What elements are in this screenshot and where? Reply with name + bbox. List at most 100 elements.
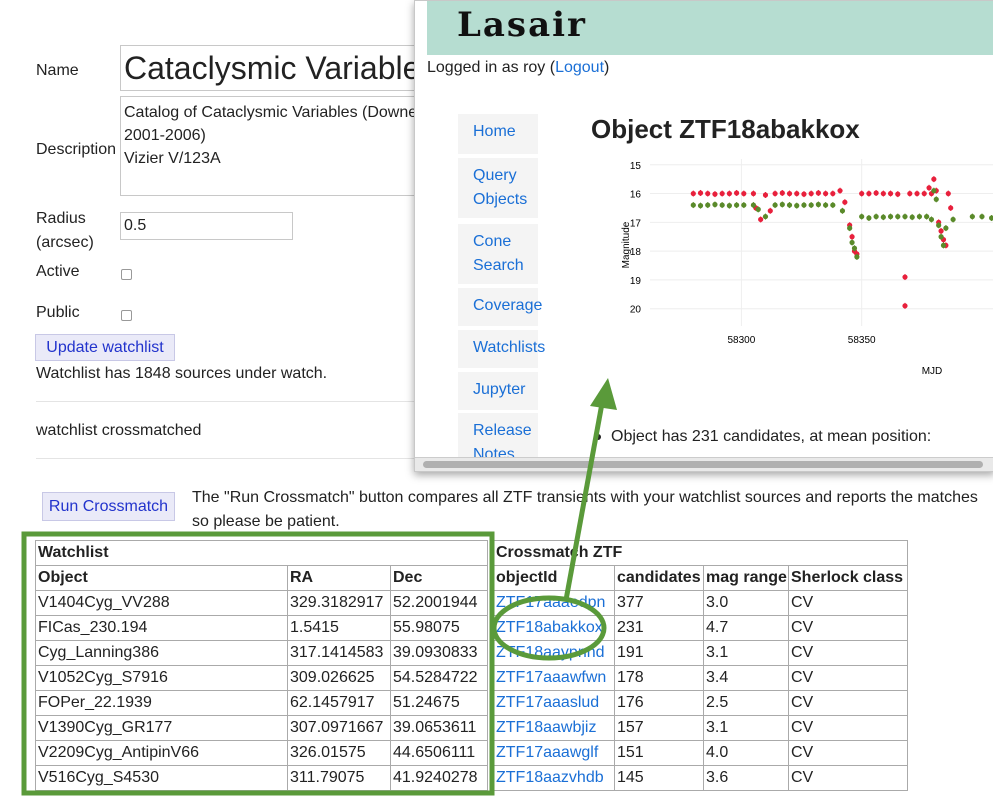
data-point (808, 202, 814, 208)
data-point (933, 196, 939, 202)
nav-label: Release (473, 422, 532, 439)
name-label: Name (36, 62, 79, 79)
data-point (926, 185, 932, 191)
data-point (830, 202, 836, 208)
table-cell: 231 (614, 615, 704, 641)
object-link[interactable]: ZTF17aaawfwn (496, 669, 606, 686)
table-cell: 145 (614, 765, 704, 791)
radius-label-line: (arcsec) (36, 234, 94, 251)
table-cell: CV (788, 690, 908, 716)
object-link[interactable]: ZTF18abakkox (496, 619, 603, 636)
nav-label: Objects (473, 191, 528, 208)
table-cell: 326.01575 (287, 740, 391, 766)
object-link[interactable]: ZTF17aaaedpn (496, 594, 605, 611)
public-checkbox[interactable] (121, 310, 132, 321)
table-row: ZTF17aaawglf 151 4.0 CV (493, 740, 908, 766)
data-point (914, 190, 920, 197)
data-point (755, 206, 761, 212)
watchlist-table-title: Watchlist (34, 540, 489, 566)
data-point (823, 202, 829, 208)
radius-input[interactable]: 0.5 (120, 212, 293, 240)
table-cell: 4.7 (703, 615, 789, 641)
nav-label: Cone (473, 233, 512, 250)
data-point (772, 190, 778, 197)
scrollbar-thumb[interactable] (423, 461, 983, 468)
description-line: 2001-2006) (124, 127, 206, 144)
data-point (786, 202, 793, 208)
radius-label-line: Radius (36, 210, 86, 227)
active-checkbox[interactable] (121, 269, 132, 280)
object-link[interactable]: ZTF18aazvhdb (496, 769, 604, 786)
public-label: Public (36, 304, 80, 321)
data-point (705, 190, 711, 197)
nav-coverage[interactable]: Coverage (458, 288, 542, 326)
data-point (866, 215, 872, 221)
column-header: RA (287, 565, 391, 591)
update-watchlist-button[interactable]: Update watchlist (35, 334, 175, 361)
object-link[interactable]: ZTF17aaawglf (496, 744, 598, 761)
table-cell: 3.1 (703, 640, 789, 666)
table-row: Cyg_Lanning386 317.1414583 39.0930833 (35, 640, 489, 666)
data-point (823, 190, 829, 197)
table-cell: 4.0 (703, 740, 789, 766)
data-point (726, 190, 732, 197)
table-cell: 157 (614, 715, 704, 741)
nav-cone-search[interactable]: Cone Search (458, 224, 538, 284)
bullet-dot (595, 433, 601, 440)
table-cell: 55.98075 (389, 615, 489, 641)
data-point (705, 202, 711, 208)
data-point (880, 214, 886, 220)
table-cell: CV (788, 665, 908, 691)
table-cell: 41.9240278 (389, 765, 489, 791)
object-link[interactable]: ZTF17aaaslud (496, 694, 599, 711)
table-row: ZTF18abakkox 231 4.7 CV (493, 615, 908, 641)
lasair-logo: Lasair (457, 5, 587, 45)
login-text: Logged in as roy ( (427, 59, 556, 76)
horizontal-scrollbar[interactable] (415, 457, 993, 471)
nav-label: Watchlists (473, 339, 546, 356)
run-crossmatch-button[interactable]: Run Crossmatch (42, 492, 175, 521)
candidates-bullet: Object has 231 candidates, at mean posit… (595, 428, 931, 446)
nav-jupyter[interactable]: Jupyter (458, 372, 538, 410)
table-cell: 178 (614, 665, 704, 691)
data-point (873, 190, 879, 196)
object-link[interactable]: ZTF18aawbjiz (496, 719, 596, 736)
column-header: candidates (614, 565, 704, 591)
name-input[interactable]: Cataclysmic Variables (120, 45, 430, 91)
description-textarea[interactable]: Catalog of Cataclysmic Variables (Downes… (120, 96, 430, 196)
table-row: ZTF18aazvhdb 145 3.6 CV (493, 765, 908, 791)
data-point (758, 216, 764, 223)
logout-link[interactable]: Logout (555, 59, 604, 76)
data-point (690, 190, 696, 197)
nav-query-objects[interactable]: Query Objects (458, 158, 538, 218)
data-point (924, 213, 930, 220)
table-cell: 377 (614, 590, 704, 616)
table-cell: V516Cyg_S4530 (35, 765, 288, 791)
nav-watchlists[interactable]: Watchlists (458, 330, 546, 368)
object-link[interactable]: ZTF18aaypnnd (496, 644, 605, 661)
table-cell: 39.0653611 (389, 715, 489, 741)
table-row: FICas_230.194 1.5415 55.98075 (35, 615, 489, 641)
table-cell: 3.0 (703, 590, 789, 616)
data-point (931, 176, 937, 182)
table-cell: 39.0930833 (389, 640, 489, 666)
data-point (902, 213, 908, 220)
data-point (830, 190, 836, 197)
table-cell: 3.1 (703, 715, 789, 741)
description-label: Description (36, 141, 117, 158)
x-tick-label: 58350 (848, 335, 876, 346)
y-tick-label: 19 (630, 276, 642, 287)
nav-home[interactable]: Home (458, 114, 538, 154)
table-cell: CV (788, 590, 908, 616)
table-cell: 51.24675 (389, 690, 489, 716)
table-cell: 1.5415 (287, 615, 391, 641)
data-point (916, 213, 923, 220)
data-point (895, 213, 901, 220)
login-text: ) (604, 59, 610, 76)
data-point (750, 202, 757, 208)
data-point (873, 213, 879, 220)
table-cell: 44.6506111 (389, 740, 489, 766)
data-point (943, 225, 949, 231)
data-point (847, 225, 853, 231)
column-header: Sherlock class (788, 565, 908, 591)
